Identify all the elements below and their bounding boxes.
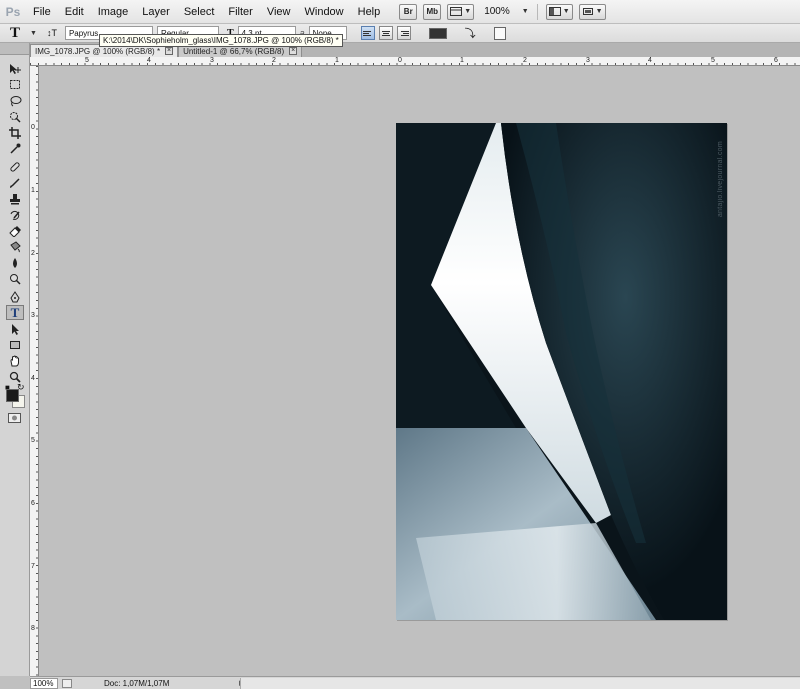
text-orientation-icon[interactable]: ↕T [47,28,57,38]
horizontal-ruler [30,57,800,66]
close-icon[interactable]: × [165,47,174,55]
view-extras-button[interactable]: ▼ [447,3,475,20]
view-extras-icon [450,7,463,16]
status-zoom-field[interactable]: 100% [30,677,58,689]
ruler-v-label: 2 [31,250,35,257]
pen-tool-icon[interactable] [6,289,24,304]
ruler-v-label: 6 [31,500,35,507]
photoshop-logo: Ps [5,4,21,19]
character-panel-toggle-icon[interactable] [493,26,506,40]
type-tool-icon[interactable]: T [6,305,24,320]
hand-tool-icon[interactable] [6,353,24,368]
menu-view[interactable]: View [260,0,298,24]
document-size-info: Doc: 1,07M/1,07M [104,678,170,688]
quick-mask-icon[interactable] [8,413,21,423]
font-family-value: Papyrus [68,28,99,38]
ruler-v-label: 8 [31,625,35,632]
arrange-documents-button[interactable]: ▼ [545,3,573,20]
foreground-color-front[interactable] [6,389,19,402]
ruler-h-label: 2 [272,57,276,64]
menu-window[interactable]: Window [298,0,351,24]
align-left-button[interactable] [360,26,375,40]
path-selection-tool-icon[interactable] [6,321,24,336]
crop-tool-icon[interactable] [6,125,24,140]
ruler-h-label: 5 [85,57,89,64]
marquee-tool-icon[interactable] [6,77,24,92]
align-center-button[interactable] [378,26,393,40]
healing-brush-tool-icon[interactable] [6,159,24,174]
tool-preset-caret-icon[interactable]: ▼ [30,30,37,37]
photoshop-window: Ps File Edit Image Layer Select Filter V… [0,0,800,689]
ruler-h-label: 4 [147,57,151,64]
tools-panel: T ■ ↻ [0,43,30,676]
ruler-h-label: 5 [711,57,715,64]
mini-bridge-button[interactable]: Mb [423,3,442,20]
eyedropper-tool-icon[interactable] [6,141,24,156]
ruler-h-label: 3 [210,57,214,64]
align-right-button[interactable] [396,26,411,40]
horizontal-scrollbar[interactable] [240,678,800,689]
ruler-h-label: 4 [648,57,652,64]
close-icon[interactable]: × [289,47,298,55]
status-info-icon[interactable] [62,678,72,688]
ruler-v-label: 7 [31,563,35,570]
menu-image[interactable]: Image [91,0,136,24]
bridge-button[interactable]: Br [399,3,418,20]
brush-tool-icon[interactable] [6,175,24,190]
screen-mode-icon [582,8,593,15]
file-path-tooltip: K:\2014\DK\Sophieholm_glass\IMG_1078.JPG… [99,34,343,47]
warp-text-icon[interactable]: ⤵ [465,25,476,41]
menu-filter[interactable]: Filter [221,0,259,24]
arrange-documents-icon [548,7,561,16]
ruler-h-label: 6 [774,57,778,64]
screen-mode-button[interactable]: ▼ [578,3,606,20]
vertical-ruler [30,66,39,676]
rectangle-tool-icon[interactable] [6,337,24,352]
menu-file[interactable]: File [26,0,58,24]
ruler-v-label: 4 [31,375,35,382]
dodge-tool-icon[interactable] [6,271,24,286]
type-tool-preset-icon[interactable]: T [6,25,24,42]
tab-label: Untitled-1 @ 66,7% (RGB/8) [183,46,285,56]
photo-artwork [396,123,727,620]
move-tool-icon[interactable] [6,61,24,76]
zoom-level-menu[interactable]: 100% [480,6,514,17]
menu-edit[interactable]: Edit [58,0,91,24]
eraser-tool-icon[interactable] [6,223,24,238]
ruler-h-label: 3 [586,57,590,64]
zoom-caret-icon[interactable]: ▼ [522,8,529,15]
ruler-h-label: 0 [398,57,402,64]
menu-bar: Ps File Edit Image Layer Select Filter V… [0,0,800,24]
ruler-h-label: 1 [335,57,339,64]
tab-label: IMG_1078.JPG @ 100% (RGB/8) * [35,46,161,56]
ruler-v-label: 3 [31,312,35,319]
ruler-v-label: 0 [31,124,35,131]
ruler-v-label: 1 [31,187,35,194]
text-color-swatch[interactable] [428,27,447,39]
menu-layer[interactable]: Layer [135,0,177,24]
tools-panel-grip[interactable] [0,43,29,55]
menu-select[interactable]: Select [177,0,222,24]
document-image[interactable]: antajio.livejournal.com [396,123,727,620]
gradient-tool-icon[interactable] [6,239,24,254]
ruler-v-label: 5 [31,437,35,444]
ruler-h-label: 1 [460,57,464,64]
clone-stamp-tool-icon[interactable] [6,191,24,206]
watermark-text: antajio.livejournal.com [717,141,724,218]
quick-selection-tool-icon[interactable] [6,109,24,124]
lasso-tool-icon[interactable] [6,93,24,108]
history-brush-tool-icon[interactable] [6,207,24,222]
blur-tool-icon[interactable] [6,255,24,270]
status-bar: 100% Doc: 1,07M/1,07M ▶ [30,676,800,689]
menu-help[interactable]: Help [351,0,388,24]
ruler-h-label: 2 [523,57,527,64]
